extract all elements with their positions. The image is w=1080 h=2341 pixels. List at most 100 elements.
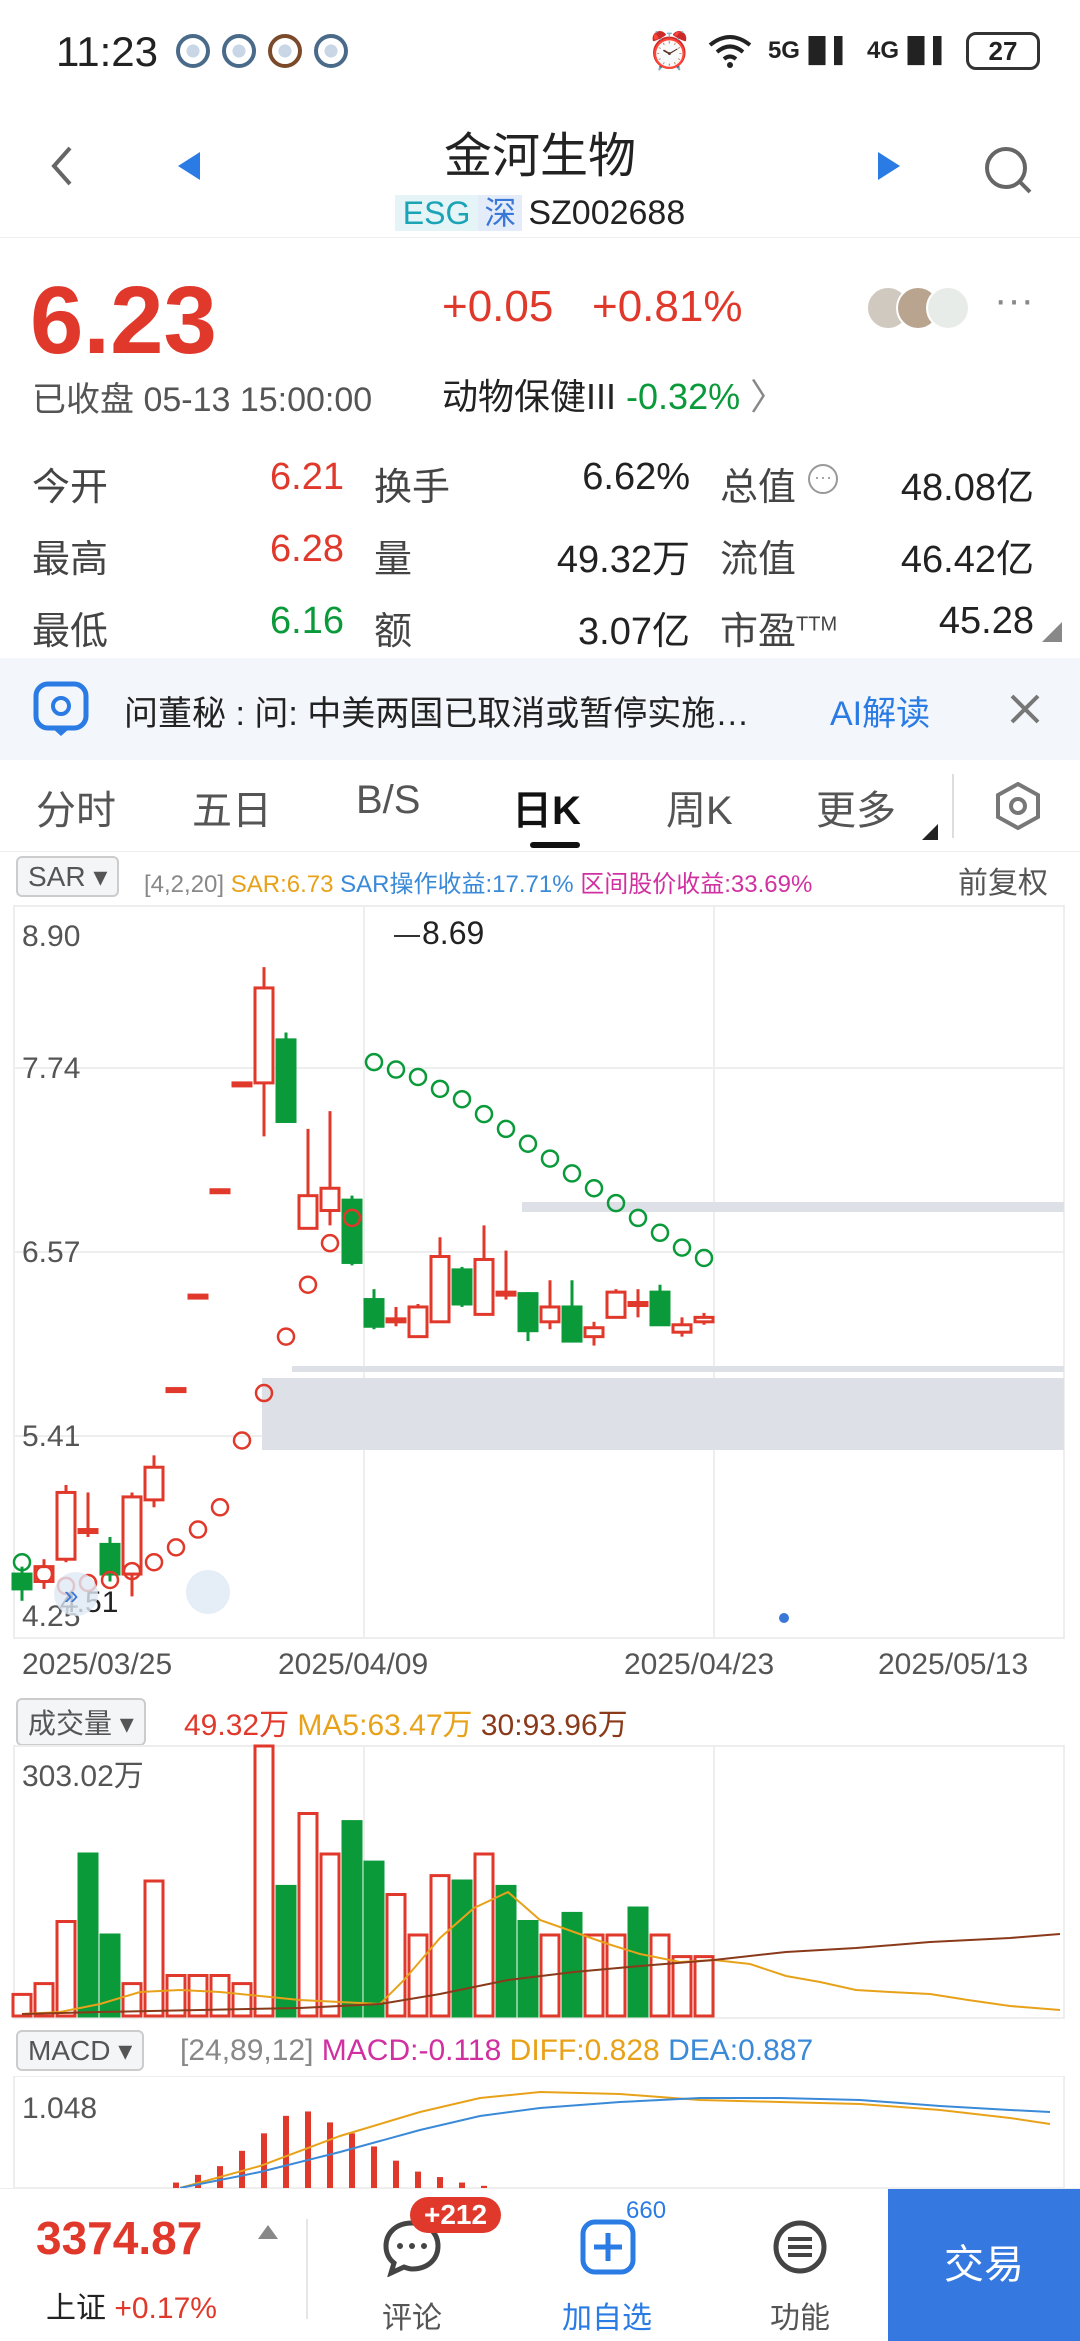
candle[interactable] bbox=[583, 1321, 605, 1346]
event-dot[interactable] bbox=[779, 1613, 789, 1623]
macd-axis-max: 1.048 bbox=[22, 2092, 97, 2125]
x-date: 2025/03/25 bbox=[22, 1648, 173, 1681]
stat-label: 市盈TTM bbox=[720, 611, 838, 653]
index-value[interactable]: 3374.87 bbox=[36, 2211, 202, 2265]
settings-icon[interactable] bbox=[994, 782, 1042, 830]
stat-turnover: 6.62% bbox=[582, 456, 690, 498]
candle[interactable] bbox=[341, 1195, 363, 1266]
tab-bs[interactable]: B/S bbox=[356, 778, 420, 823]
candle-body bbox=[539, 1305, 561, 1324]
add-watchlist-button[interactable]: 660 加自选 bbox=[558, 2189, 678, 2341]
status-bar: 11:23 ⏰ 5G▐▌▌ 4G▐▌▌ 27 bbox=[0, 0, 1080, 100]
notification-icon bbox=[268, 34, 302, 68]
dropdown-corner-icon bbox=[922, 824, 938, 840]
tab-intraday[interactable]: 分时 bbox=[36, 778, 116, 836]
candle[interactable] bbox=[319, 1111, 341, 1226]
sar-dot bbox=[518, 1134, 538, 1153]
candle[interactable] bbox=[187, 1293, 209, 1300]
sar-dot bbox=[320, 1233, 340, 1253]
indicator-selector[interactable]: SAR ▾ bbox=[16, 856, 120, 897]
macd-indicator-row: [24,89,12] MACD:-0.118 DIFF:0.828 DEA:0.… bbox=[180, 2034, 813, 2068]
tab-more[interactable]: 更多 bbox=[816, 778, 896, 836]
info-icon[interactable]: ··· bbox=[808, 464, 838, 494]
candle[interactable] bbox=[165, 1387, 187, 1394]
tab-daily-k[interactable]: 日K bbox=[512, 778, 581, 836]
candle[interactable] bbox=[297, 1128, 319, 1230]
signal-4g-icon: 4G▐▌▌ bbox=[866, 37, 950, 64]
volume-value: 49.32万 bbox=[184, 1709, 290, 1742]
candle[interactable] bbox=[495, 1250, 517, 1300]
candle[interactable] bbox=[407, 1304, 429, 1339]
candle[interactable] bbox=[693, 1312, 715, 1325]
more-icon[interactable]: ··· bbox=[994, 278, 1034, 323]
sector-link[interactable]: 动物保健III -0.32% 〉 bbox=[442, 368, 786, 420]
volume-bar bbox=[495, 1884, 517, 2018]
candle-body bbox=[583, 1326, 605, 1339]
macd-selector[interactable]: MACD ▾ bbox=[16, 2030, 145, 2071]
expand-corner-icon[interactable] bbox=[1042, 622, 1062, 642]
candle[interactable] bbox=[473, 1225, 495, 1316]
candle[interactable] bbox=[121, 1492, 143, 1597]
market-status: 已收盘 05-13 15:00:00 bbox=[32, 381, 373, 419]
resistance-band bbox=[522, 1202, 1064, 1212]
notification-icon bbox=[176, 34, 210, 68]
candle[interactable] bbox=[671, 1317, 693, 1337]
volume-selector[interactable]: 成交量 ▾ bbox=[16, 1698, 146, 1746]
search-icon[interactable] bbox=[982, 144, 1034, 196]
candle-body bbox=[671, 1323, 693, 1334]
avatar-group[interactable] bbox=[866, 286, 976, 330]
candle[interactable] bbox=[33, 1559, 55, 1589]
candle[interactable] bbox=[627, 1289, 649, 1318]
volume-bar bbox=[275, 1884, 297, 2018]
candle[interactable] bbox=[363, 1289, 385, 1330]
sector-name: 动物保健III bbox=[442, 376, 617, 417]
candle[interactable] bbox=[143, 1455, 165, 1508]
candle[interactable] bbox=[451, 1266, 473, 1307]
volume-chart[interactable]: 303.02万 bbox=[0, 1742, 1080, 2022]
macd-bar bbox=[349, 2133, 355, 2188]
trade-button[interactable]: 交易 bbox=[888, 2189, 1080, 2341]
next-stock-icon[interactable] bbox=[876, 150, 902, 182]
ai-interpret-link[interactable]: AI解读 bbox=[830, 686, 930, 735]
candle[interactable] bbox=[649, 1284, 671, 1327]
candle[interactable] bbox=[385, 1306, 407, 1327]
candle[interactable] bbox=[253, 967, 275, 1137]
candle[interactable] bbox=[517, 1292, 539, 1342]
candle[interactable] bbox=[55, 1485, 77, 1563]
candle[interactable] bbox=[77, 1492, 99, 1537]
sar-params: [4,2,20] bbox=[144, 871, 225, 898]
candle[interactable] bbox=[231, 1081, 253, 1088]
candle[interactable] bbox=[605, 1289, 627, 1319]
stat-market-cap: 48.08亿 bbox=[900, 467, 1034, 509]
index-change: +0.17% bbox=[114, 2292, 217, 2325]
volume-ma30: 30:93.96万 bbox=[480, 1709, 628, 1742]
bs-marker-icon[interactable] bbox=[186, 1570, 230, 1614]
candle[interactable] bbox=[209, 1188, 231, 1195]
comment-button[interactable]: +212 评论 bbox=[360, 2189, 502, 2341]
macd-chart[interactable]: 1.048 bbox=[0, 2076, 1080, 2188]
sar-dot bbox=[298, 1275, 318, 1294]
notification-icon bbox=[222, 34, 256, 68]
function-button[interactable]: 功能 bbox=[750, 2189, 850, 2341]
candle-body bbox=[209, 1188, 231, 1195]
market-tag: 深 bbox=[478, 195, 523, 231]
volume-bar bbox=[33, 1982, 55, 2018]
tab-weekly-k[interactable]: 周K bbox=[666, 778, 733, 836]
candle[interactable] bbox=[11, 1566, 33, 1601]
candle[interactable] bbox=[539, 1280, 561, 1330]
kline-chart[interactable]: 8.90 7.74 6.57 5.41 4.25 8.69 4.51 » bbox=[0, 900, 1080, 1660]
esg-tag[interactable]: ESG bbox=[394, 195, 479, 231]
tab-five-day[interactable]: 五日 bbox=[192, 778, 272, 836]
candle[interactable] bbox=[561, 1280, 583, 1343]
bottom-bar: 3374.87 上证 +0.17% +212 评论 660 加自选 功能 交易 bbox=[0, 2188, 1080, 2341]
close-icon[interactable] bbox=[1008, 692, 1042, 726]
alarm-icon: ⏰ bbox=[647, 30, 692, 71]
qa-banner[interactable]: 问董秘 : 问: 中美两国已取消或暂停实施… AI解读 bbox=[0, 658, 1080, 760]
candle[interactable] bbox=[429, 1237, 451, 1324]
candle-body bbox=[165, 1387, 187, 1394]
volume-bar bbox=[297, 1812, 319, 2018]
sar-dot bbox=[144, 1552, 164, 1572]
candle-body bbox=[297, 1194, 319, 1230]
adjust-mode[interactable]: 前复权 bbox=[958, 858, 1048, 902]
candle[interactable] bbox=[275, 1032, 297, 1123]
